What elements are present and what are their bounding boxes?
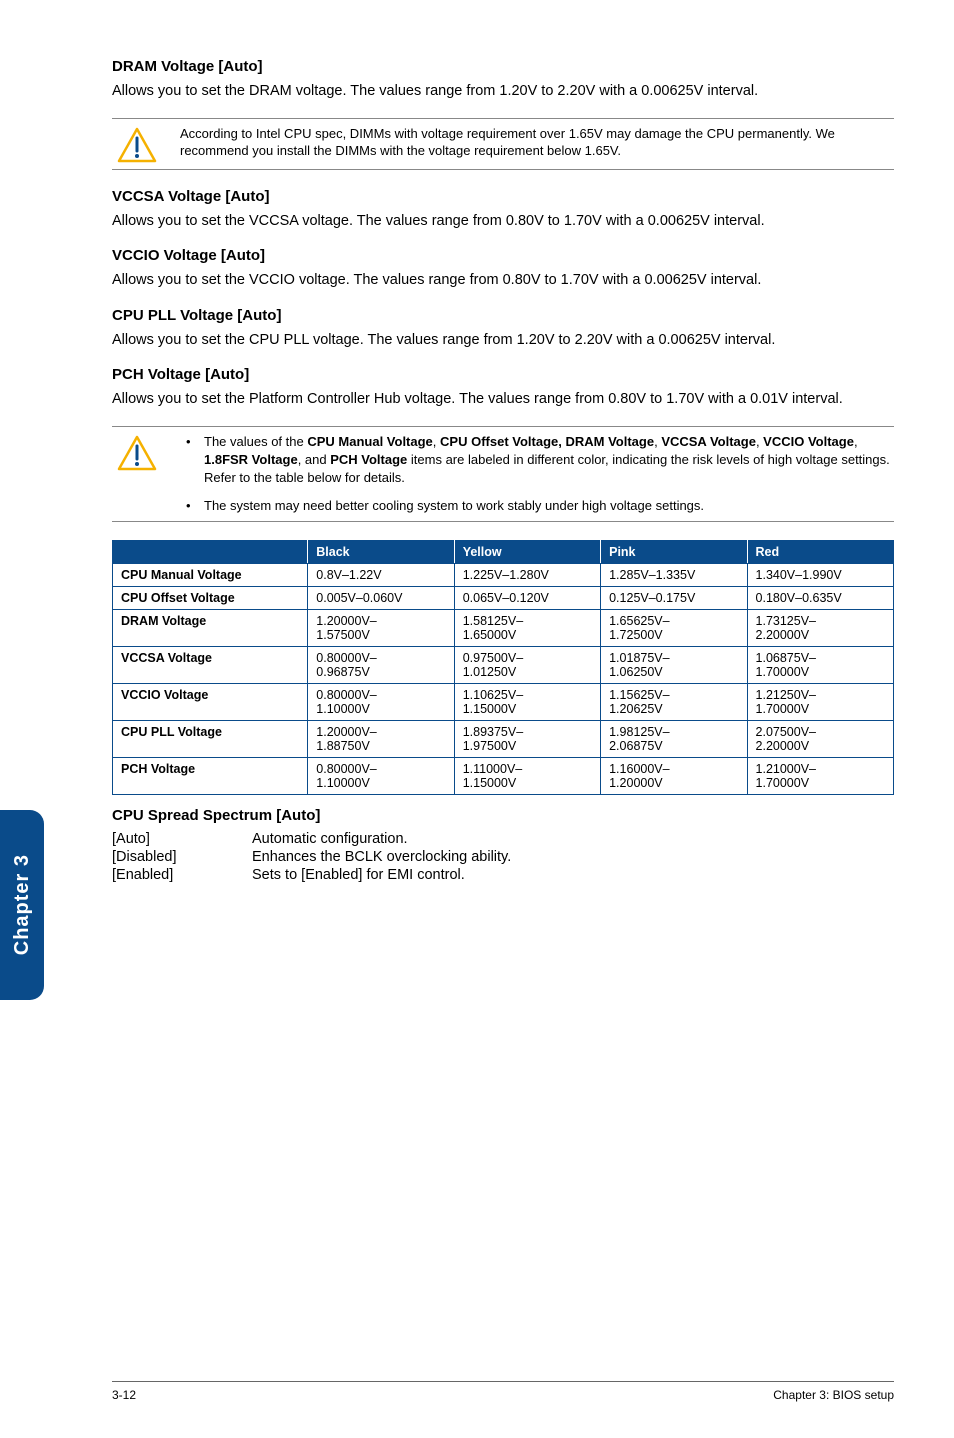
dram-note-text: According to Intel CPU spec, DIMMs with … (180, 125, 894, 160)
table-row: CPU Offset Voltage0.005V–0.060V0.065V–0.… (113, 586, 894, 609)
table-cell: 0.97500V–1.01250V (454, 646, 600, 683)
table-cell: 0.80000V–1.10000V (308, 757, 454, 794)
vccio-body: Allows you to set the VCCIO voltage. The… (112, 271, 894, 291)
table-row-label: DRAM Voltage (113, 609, 308, 646)
opt-val: Automatic configuration. (252, 831, 408, 847)
table-row: PCH Voltage0.80000V–1.10000V1.11000V–1.1… (113, 757, 894, 794)
table-cell: 1.06875V–1.70000V (747, 646, 893, 683)
footer-chapter: Chapter 3: BIOS setup (773, 1388, 894, 1402)
table-header: Yellow (454, 540, 600, 563)
table-cell: 1.285V–1.335V (601, 563, 747, 586)
table-row-label: PCH Voltage (113, 757, 308, 794)
cpupll-title: CPU PLL Voltage [Auto] (112, 307, 894, 324)
table-cell: 1.65625V–1.72500V (601, 609, 747, 646)
table-header (113, 540, 308, 563)
spread-title: CPU Spread Spectrum [Auto] (112, 807, 894, 824)
table-row: DRAM Voltage1.20000V–1.57500V1.58125V–1.… (113, 609, 894, 646)
table-cell: 1.98125V–2.06875V (601, 720, 747, 757)
caution-icon (112, 125, 162, 163)
table-cell: 1.20000V–1.57500V (308, 609, 454, 646)
table-row: VCCSA Voltage0.80000V–0.96875V0.97500V–1… (113, 646, 894, 683)
vccsa-body: Allows you to set the VCCSA voltage. The… (112, 212, 894, 232)
opt-key: [Auto] (112, 831, 252, 847)
table-cell: 1.58125V–1.65000V (454, 609, 600, 646)
table-row: VCCIO Voltage0.80000V–1.10000V1.10625V–1… (113, 683, 894, 720)
spread-opt: [Disabled] Enhances the BCLK overclockin… (112, 849, 894, 865)
opt-key: [Enabled] (112, 867, 252, 883)
table-cell: 0.065V–0.120V (454, 586, 600, 609)
table-row-label: CPU PLL Voltage (113, 720, 308, 757)
table-cell: 1.16000V–1.20000V (601, 757, 747, 794)
table-row-label: VCCSA Voltage (113, 646, 308, 683)
footer-page-number: 3-12 (112, 1388, 136, 1402)
table-cell: 0.8V–1.22V (308, 563, 454, 586)
table-row: CPU PLL Voltage1.20000V–1.88750V1.89375V… (113, 720, 894, 757)
dram-body: Allows you to set the DRAM voltage. The … (112, 82, 894, 102)
voltage-note-bullet-1: The values of the CPU Manual Voltage, CP… (180, 433, 894, 487)
chapter-tab: Chapter 3 (0, 810, 44, 1000)
table-row: CPU Manual Voltage0.8V–1.22V1.225V–1.280… (113, 563, 894, 586)
table-cell: 1.01875V–1.06250V (601, 646, 747, 683)
table-cell: 0.80000V–0.96875V (308, 646, 454, 683)
dram-note-row: According to Intel CPU spec, DIMMs with … (112, 118, 894, 170)
table-cell: 0.180V–0.635V (747, 586, 893, 609)
table-header: Pink (601, 540, 747, 563)
pch-body: Allows you to set the Platform Controlle… (112, 390, 894, 410)
table-cell: 1.89375V–1.97500V (454, 720, 600, 757)
table-row-label: CPU Offset Voltage (113, 586, 308, 609)
table-cell: 1.20000V–1.88750V (308, 720, 454, 757)
table-row-label: CPU Manual Voltage (113, 563, 308, 586)
caution-icon (112, 433, 162, 471)
cpupll-body: Allows you to set the CPU PLL voltage. T… (112, 331, 894, 351)
voltage-note-bullet-2: The system may need better cooling syste… (180, 497, 894, 515)
table-cell: 1.73125V–2.20000V (747, 609, 893, 646)
table-header: Black (308, 540, 454, 563)
table-cell: 0.125V–0.175V (601, 586, 747, 609)
voltage-table: Black Yellow Pink Red CPU Manual Voltage… (112, 540, 894, 795)
table-cell: 1.11000V–1.15000V (454, 757, 600, 794)
table-cell: 1.10625V–1.15000V (454, 683, 600, 720)
table-cell: 1.21250V–1.70000V (747, 683, 893, 720)
pch-title: PCH Voltage [Auto] (112, 366, 894, 383)
table-header-row: Black Yellow Pink Red (113, 540, 894, 563)
spread-opt: [Enabled] Sets to [Enabled] for EMI cont… (112, 867, 894, 883)
opt-val: Enhances the BCLK overclocking ability. (252, 849, 511, 865)
table-cell: 2.07500V–2.20000V (747, 720, 893, 757)
table-cell: 0.80000V–1.10000V (308, 683, 454, 720)
table-header: Red (747, 540, 893, 563)
table-cell: 1.15625V–1.20625V (601, 683, 747, 720)
spread-opt: [Auto] Automatic configuration. (112, 831, 894, 847)
dram-title: DRAM Voltage [Auto] (112, 58, 894, 75)
voltage-note-row: The values of the CPU Manual Voltage, CP… (112, 426, 894, 522)
vccio-title: VCCIO Voltage [Auto] (112, 247, 894, 264)
table-cell: 1.340V–1.990V (747, 563, 893, 586)
vccsa-title: VCCSA Voltage [Auto] (112, 188, 894, 205)
opt-val: Sets to [Enabled] for EMI control. (252, 867, 465, 883)
table-cell: 1.21000V–1.70000V (747, 757, 893, 794)
page-footer: 3-12 Chapter 3: BIOS setup (112, 1381, 894, 1402)
opt-key: [Disabled] (112, 849, 252, 865)
table-cell: 1.225V–1.280V (454, 563, 600, 586)
spread-options: [Auto] Automatic configuration. [Disable… (112, 831, 894, 883)
table-row-label: VCCIO Voltage (113, 683, 308, 720)
voltage-note-text: The values of the CPU Manual Voltage, CP… (180, 433, 894, 515)
table-cell: 0.005V–0.060V (308, 586, 454, 609)
chapter-tab-label: Chapter 3 (11, 854, 34, 955)
